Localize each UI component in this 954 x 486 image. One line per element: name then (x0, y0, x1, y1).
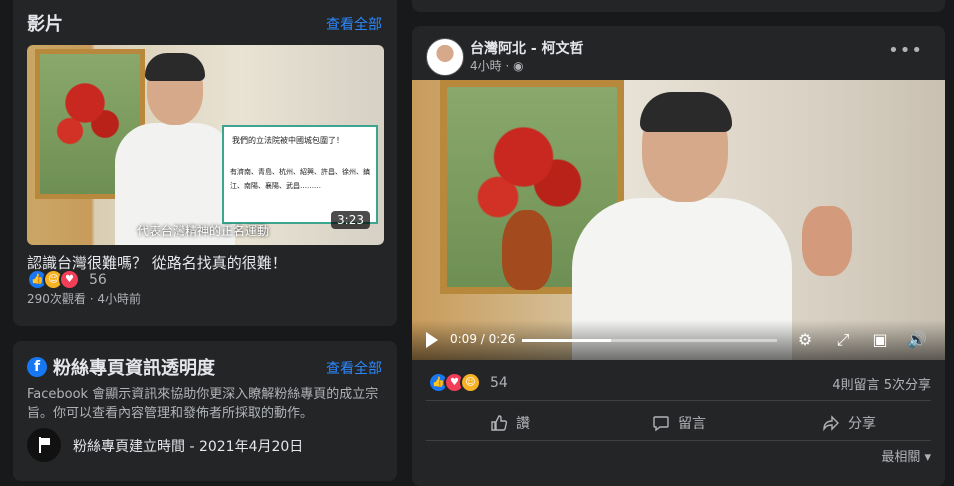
avatar[interactable] (426, 38, 464, 76)
transparency-heading: 粉絲專頁資訊透明度 (53, 358, 215, 379)
vase-shape (502, 210, 552, 290)
share-button[interactable]: 分享 (822, 408, 876, 438)
transparency-description: Facebook 會顯示資訊來協助你更深入瞭解粉絲專頁的成立宗旨。你可以查看內容… (27, 387, 379, 421)
video-progress-fill (522, 339, 612, 342)
love-reaction-icon: ♥ (59, 269, 80, 290)
video-thumbnail[interactable]: 我們的立法院被中國城包圍了！ 有濟南、青島、杭州、紹興、許昌、徐州、鎮江、南陽、… (27, 45, 384, 245)
care-reaction-icon: ☺ (460, 372, 481, 393)
share-icon (823, 415, 839, 432)
sign-board: 我們的立法院被中國城包圍了！ 有濟南、青島、杭州、紹興、許昌、徐州、鎮江、南陽、… (222, 125, 378, 224)
video-progress-bar[interactable] (522, 339, 777, 342)
videos-card: 影片 查看全部 我們的立法院被中國城包圍了！ 有濟南、青島、杭州、紹興、許昌、徐… (13, 0, 397, 326)
facebook-icon: f (27, 357, 47, 377)
flag-icon (27, 428, 61, 462)
player-controls: 0:09 / 0:26 ⚙ ⤢ ▣ 🔊 (412, 320, 945, 360)
video-time-display: 0:09 / 0:26 (450, 332, 516, 346)
volume-icon[interactable]: 🔊 (907, 330, 927, 350)
post-time-text: 4小時 · (470, 59, 514, 73)
divider (426, 400, 931, 401)
page-transparency-card: f 粉絲專頁資訊透明度 查看全部 Facebook 會顯示資訊來協助你更深入瞭解… (13, 341, 397, 481)
post-author-name[interactable]: 台灣阿北 - 柯文哲 (470, 38, 584, 58)
comment-button-label: 留言 (678, 416, 706, 432)
sign-title: 我們的立法院被中國城包圍了！ (232, 136, 344, 145)
speaker-figure (115, 53, 235, 245)
videos-see-all-link[interactable]: 查看全部 (326, 14, 382, 34)
comment-icon (653, 416, 669, 432)
video-duration-badge: 3:23 (331, 211, 370, 229)
video-reactions[interactable]: 👍 ☺ ♥ 56 (27, 269, 107, 290)
share-button-label: 分享 (848, 416, 876, 432)
settings-icon[interactable]: ⚙ (795, 330, 815, 350)
globe-icon: ◉ (513, 59, 524, 73)
previous-card-edge (412, 0, 945, 12)
thumbs-up-icon (491, 415, 508, 431)
videos-heading: 影片 (27, 14, 63, 35)
like-button-label: 讚 (516, 416, 530, 432)
comment-sort-dropdown[interactable]: 最相關 ▾ (881, 446, 931, 465)
video-meta: 290次觀看 · 4小時前 (27, 292, 141, 306)
comment-button[interactable]: 留言 (652, 408, 706, 438)
post-timestamp[interactable]: 4小時 · ◉ (470, 57, 524, 74)
play-icon[interactable] (426, 332, 438, 348)
post-card: 台灣阿北 - 柯文哲 4小時 · ◉ ••• 0:09 / 0:26 ⚙ ⤢ ▣… (412, 26, 945, 486)
post-reaction-count: 54 (490, 374, 508, 391)
video-reaction-count: 56 (89, 271, 107, 288)
transparency-see-all-link[interactable]: 查看全部 (326, 358, 382, 378)
like-button[interactable]: 讚 (490, 408, 530, 438)
post-stats[interactable]: 4則留言 5次分享 (832, 374, 931, 393)
post-reactions[interactable]: 👍 ♥ ☺ 54 (428, 372, 508, 393)
sign-list: 有濟南、青島、杭州、紹興、許昌、徐州、鎮江、南陽、襄陽、武昌……… (230, 168, 370, 190)
page-created-date: 粉絲專頁建立時間 - 2021年4月20日 (73, 439, 304, 455)
miniplayer-icon[interactable]: ▣ (870, 330, 890, 350)
video-subtitle: 代表台灣精神的正名運動 (137, 224, 270, 238)
fullscreen-icon[interactable]: ⤢ (833, 330, 853, 350)
divider (426, 440, 931, 441)
more-icon[interactable]: ••• (888, 40, 923, 61)
video-player[interactable]: 0:09 / 0:26 ⚙ ⤢ ▣ 🔊 (412, 80, 945, 360)
